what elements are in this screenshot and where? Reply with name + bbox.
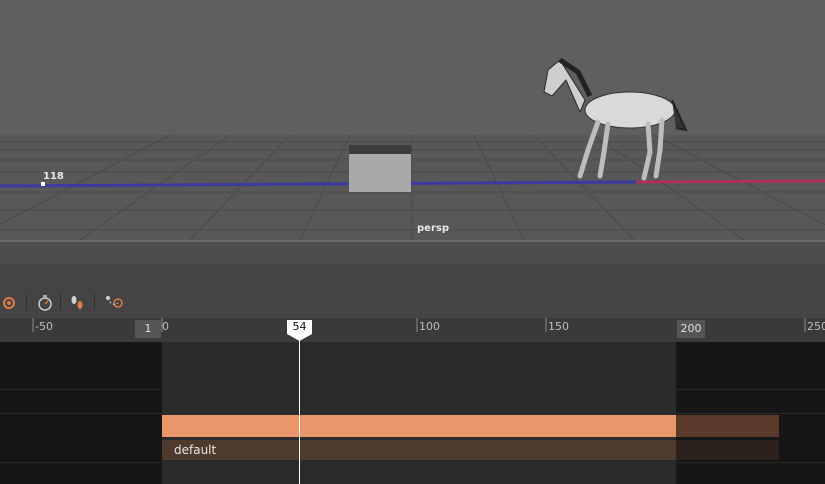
tick-label-0: 0 [162,320,169,333]
playhead-pointer [287,334,312,341]
clip-name: default [174,443,217,457]
3d-viewport[interactable]: 118 persp [0,0,825,240]
track-divider [0,389,825,390]
track-divider [0,413,825,414]
camera-label: persp [417,223,449,234]
range-end-marker[interactable]: 200 [677,320,705,338]
playhead-frame[interactable]: 54 [287,320,312,334]
tick-label-150: 150 [548,320,569,333]
toolbar-separator [26,294,27,310]
range-start-marker[interactable]: 1 [135,320,161,338]
scene-grid [0,0,825,240]
footprint-icon[interactable] [67,292,87,312]
viewport-footer [0,240,825,264]
path-icon[interactable] [103,292,123,312]
tick-label-100: 100 [419,320,440,333]
tick-label-250: 250 [807,320,825,333]
animation-clip-bar[interactable] [162,415,676,437]
pivot-marker [41,182,45,186]
toolbar-separator [60,294,61,310]
record-icon[interactable] [0,292,20,312]
clip-label-track-extension [676,440,779,460]
track-divider [0,462,825,463]
tick-label-minus-50: -50 [35,320,53,333]
stopwatch-icon[interactable] [35,292,55,312]
toolbar-separator [94,294,95,310]
frame-counter: 118 [43,171,64,182]
animation-clip-bar-extension[interactable] [676,415,779,437]
timeline-toolbar [0,264,825,318]
playhead-line[interactable] [299,334,300,484]
clip-label-track[interactable] [162,440,676,460]
